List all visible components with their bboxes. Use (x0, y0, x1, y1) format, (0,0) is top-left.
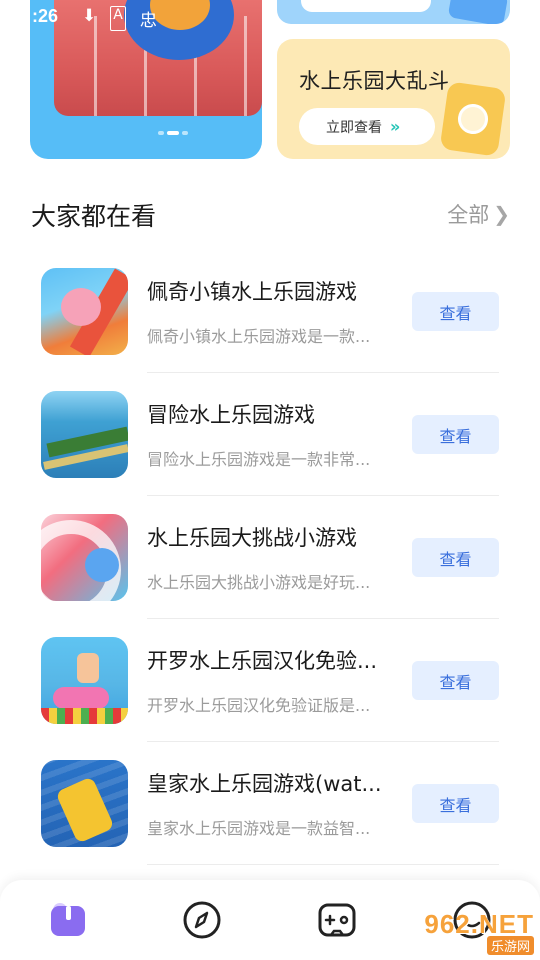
game-title: 水上乐园大挑战小游戏 (147, 526, 357, 550)
view-button[interactable]: 查看 (412, 415, 499, 454)
game-title: 皇家水上乐园游戏(wat... (147, 772, 382, 796)
game-thumbnail[interactable] (41, 514, 128, 601)
view-button[interactable]: 查看 (412, 661, 499, 700)
see-all-label: 全部 (447, 203, 490, 227)
status-icons: ⬇ A 忠 (82, 6, 157, 31)
double-arrow-icon: » (390, 117, 400, 136)
status-time: :26 (32, 6, 59, 26)
game-title: 佩奇小镇水上乐园游戏 (147, 280, 357, 304)
tab-discover[interactable] (180, 898, 224, 942)
section-title: 大家都在看 (31, 202, 157, 231)
view-button[interactable]: 查看 (412, 538, 499, 577)
divider (147, 864, 499, 865)
carousel-dots (158, 131, 188, 135)
download-icon: ⬇ (82, 6, 97, 26)
medal-icon (439, 81, 507, 157)
list-item[interactable]: 皇家水上乐园游戏(wat... 皇家水上乐园游戏是一款益智... 查看 (0, 742, 540, 865)
list-item[interactable]: 冒险水上乐园游戏 冒险水上乐园游戏是一款非常... 查看 (0, 373, 540, 496)
list-item[interactable]: 佩奇小镇水上乐园游戏 佩奇小镇水上乐园游戏是一款... 查看 (0, 250, 540, 373)
tab-home[interactable] (46, 898, 90, 942)
watermark-logo: 962.NET 乐游网 (402, 908, 534, 956)
view-button[interactable]: 查看 (412, 292, 499, 331)
game-list: 佩奇小镇水上乐园游戏 佩奇小镇水上乐园游戏是一款... 查看 冒险水上乐园游戏 … (0, 250, 540, 865)
chevron-right-icon: ❯ (493, 202, 510, 226)
watermark-small: 乐游网 (486, 936, 534, 955)
game-thumbnail[interactable] (41, 637, 128, 724)
game-title: 冒险水上乐园游戏 (147, 403, 315, 427)
compass-icon (183, 901, 221, 939)
game-thumbnail[interactable] (41, 391, 128, 478)
game-description: 水上乐园大挑战小游戏是好玩... (147, 573, 371, 592)
banner-card-top[interactable] (277, 0, 510, 24)
view-button[interactable]: 查看 (412, 784, 499, 823)
view-now-button[interactable]: 立即查看 » (299, 108, 435, 145)
tab-games[interactable] (315, 898, 359, 942)
game-description: 皇家水上乐园游戏是一款益智... (147, 819, 371, 838)
signal-icon: 忠 (139, 11, 157, 31)
game-title: 开罗水上乐园汉化免验... (147, 649, 378, 673)
list-item[interactable]: 开罗水上乐园汉化免验... 开罗水上乐园汉化免验证版是... 查看 (0, 619, 540, 742)
game-thumbnail[interactable] (41, 760, 128, 847)
game-description: 开罗水上乐园汉化免验证版是... (147, 696, 371, 715)
see-all-link[interactable]: 全部 ❯ (447, 199, 510, 229)
game-thumbnail[interactable] (41, 268, 128, 355)
game-description: 佩奇小镇水上乐园游戏是一款... (147, 327, 371, 346)
gamepad-icon (318, 903, 356, 937)
game-description: 冒险水上乐园游戏是一款非常... (147, 450, 371, 469)
view-now-label: 立即查看 (326, 119, 382, 136)
list-item[interactable]: 水上乐园大挑战小游戏 水上乐园大挑战小游戏是好玩... 查看 (0, 496, 540, 619)
book-icon (51, 903, 85, 936)
banner-card-water-park[interactable]: 水上乐园大乱斗 立即查看 » (277, 39, 510, 159)
a-icon: A (110, 6, 126, 31)
banner-card-title: 水上乐园大乱斗 (299, 69, 450, 93)
